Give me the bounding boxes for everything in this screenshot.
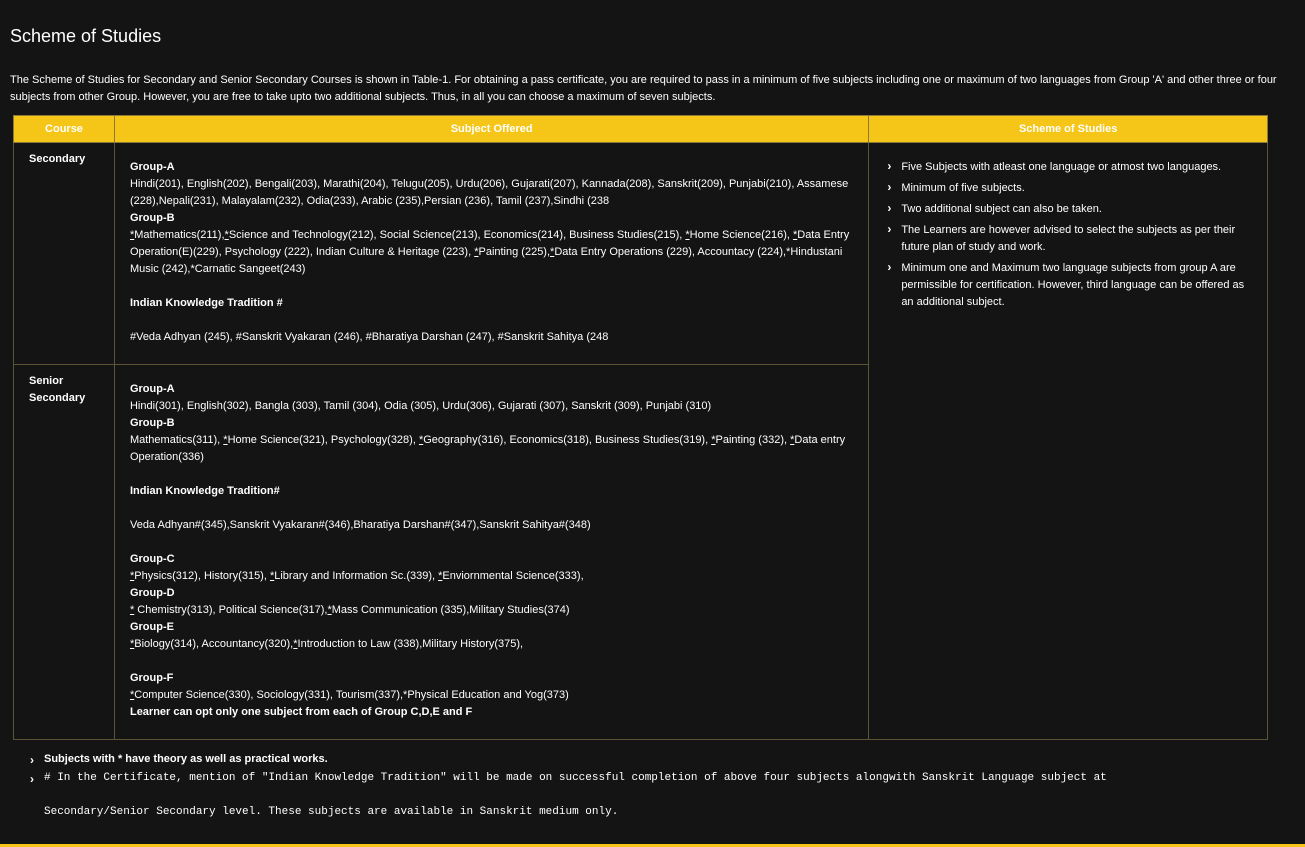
ikt-label: Indian Knowledge Tradition # [129, 297, 283, 309]
group-a-subjects: Hindi(201), English(202), Bengali(203), … [129, 178, 849, 207]
learner-note: Learner can opt only one subject from ea… [129, 706, 473, 718]
header-course: Course [13, 115, 115, 143]
subject-text: Introduction to Law (338),Military Histo… [297, 638, 524, 650]
group-label: Group-B [129, 212, 175, 224]
scheme-cell: Five Subjects with atleast one language … [868, 142, 1268, 740]
subject-text: Physics(312), History(315), [134, 570, 270, 582]
subject-text: Mathematics(211), [134, 229, 225, 241]
subject-text: Science and Technology(212), Social Scie… [228, 229, 686, 241]
subjects-secondary: Group-A Hindi(201), English(202), Bengal… [113, 142, 870, 365]
ikt-note-text: # In the Certificate, mention of "Indian… [44, 772, 1107, 784]
group-label: Group-C [129, 553, 175, 565]
row-secondary: Secondary Group-A Hindi(201), English(20… [13, 142, 1268, 740]
scheme-item: Five Subjects with atleast one language … [887, 158, 1247, 176]
subject-text: Library and Information Sc.(339), [274, 570, 439, 582]
page-title: Scheme of Studies [10, 26, 162, 46]
chevron-right-icon: › [30, 772, 34, 786]
practical-note-text: Subjects with * have theory as well as p… [44, 753, 328, 765]
group-e-subjects: *Biology(314), Accountancy(320),*Introdu… [130, 636, 853, 653]
subject-text: Home Science(216), [689, 229, 793, 241]
group-label: Group-F [129, 672, 174, 684]
group-d-subjects: * Chemistry(313), Political Science(317)… [130, 602, 853, 619]
subject-text: Chemistry(313), Political Science(317), [134, 604, 328, 616]
footnotes: › Subjects with * have theory as well as… [30, 753, 1290, 821]
group-b-subjects: *Mathematics(211),*Science and Technolog… [130, 227, 853, 278]
group-label: Group-B [129, 417, 175, 429]
group-label: Group-A [129, 161, 175, 173]
scheme-table: Course Subject Offered Scheme of Studies… [13, 115, 1268, 740]
scheme-item: The Learners are however advised to sele… [887, 221, 1247, 256]
table-header-row: Course Subject Offered Scheme of Studies [13, 115, 1268, 143]
subject-text: Painting (332), [715, 434, 791, 446]
group-f-subjects: *Computer Science(330), Sociology(331), … [130, 687, 853, 704]
subject-text: Biology(314), Accountancy(320), [134, 638, 294, 650]
subject-text: Mass Communication (335),Military Studie… [331, 604, 570, 616]
subject-text: Painting (225), [478, 246, 551, 258]
scheme-item: Minimum one and Maximum two language sub… [887, 259, 1247, 311]
subject-text: Computer Science(330), Sociology(331), T… [134, 689, 569, 701]
ikt-note-continuation: Secondary/Senior Secondary level. These … [44, 806, 619, 818]
intro-paragraph: The Scheme of Studies for Secondary and … [10, 74, 1277, 103]
group-c-subjects: *Physics(312), History(315), *Library an… [130, 568, 853, 585]
group-label: Group-E [129, 621, 174, 633]
group-label: Group-A [129, 383, 175, 395]
group-a-subjects: Hindi(301), English(302), Bangla (303), … [129, 400, 712, 412]
subjects-senior-secondary: Group-A Hindi(301), English(302), Bangla… [113, 364, 870, 740]
header-scheme-of-studies: Scheme of Studies [868, 115, 1268, 143]
ikt-subjects: #Veda Adhyan (245), #Sanskrit Vyakaran (… [129, 331, 609, 343]
group-b-subjects: Mathematics(311), *Home Science(321), Ps… [130, 432, 853, 466]
course-senior-secondary: Senior Secondary [13, 364, 115, 740]
subject-text: Geography(316), Economics(318), Business… [423, 434, 712, 446]
ikt-label: Indian Knowledge Tradition# [129, 485, 280, 497]
group-label: Group-D [129, 587, 175, 599]
ikt-subjects: Veda Adhyan#(345),Sanskrit Vyakaran#(346… [129, 519, 591, 531]
subject-text: Mathematics(311), [129, 434, 224, 446]
header-subject-offered: Subject Offered [113, 115, 870, 143]
scheme-item: Two additional subject can also be taken… [887, 200, 1247, 218]
course-secondary: Secondary [13, 142, 115, 365]
ikt-note: › # In the Certificate, mention of "Indi… [30, 770, 1290, 821]
scheme-list: Five Subjects with atleast one language … [887, 158, 1247, 311]
subject-text: Enviornmental Science(333), [442, 570, 584, 582]
practical-note: › Subjects with * have theory as well as… [30, 753, 1290, 767]
subject-text: Home Science(321), Psychology(328), [227, 434, 419, 446]
scheme-item: Minimum of five subjects. [887, 179, 1247, 197]
